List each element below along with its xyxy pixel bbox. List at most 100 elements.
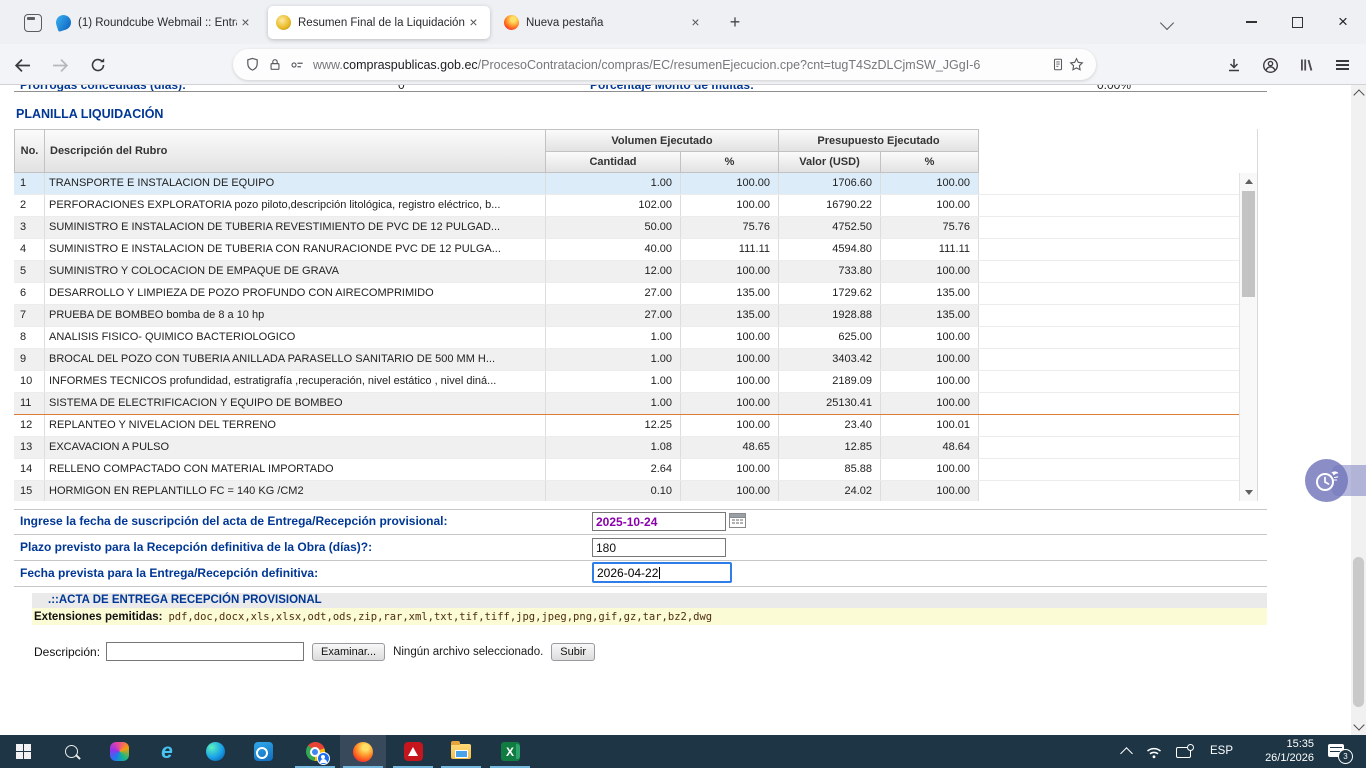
cell-desc: EXCAVACION A PULSO [44, 437, 546, 458]
list-tabs-chevron-icon[interactable] [1160, 16, 1174, 30]
descripcion-label: Descripción: [34, 645, 100, 659]
header-presupuesto-ejecutado: Presupuesto Ejecutado [778, 129, 979, 152]
cell-vpct: 111.11 [680, 239, 779, 260]
minimize-button[interactable] [1235, 7, 1267, 37]
cell-cant: 1.00 [545, 327, 681, 348]
table-row[interactable]: 11SISTEMA DE ELECTRIFICACION Y EQUIPO DE… [14, 393, 1240, 415]
table-row[interactable]: 2PERFORACIONES EXPLORATORIA pozo piloto,… [14, 195, 1240, 217]
cell-no: 13 [14, 437, 45, 458]
cell-ppct: 111.11 [880, 239, 979, 260]
cell-vpct: 75.76 [680, 217, 779, 238]
fecha-suscripcion-input[interactable] [592, 512, 726, 531]
cell-cant: 50.00 [545, 217, 681, 238]
new-tab-button[interactable]: + [722, 10, 748, 36]
calendar-picker-button[interactable] [729, 513, 746, 528]
extensions-list: pdf,doc,docx,xls,xlsx,odt,ods,zip,rar,xm… [168, 611, 712, 623]
tab-close-icon[interactable]: × [237, 14, 254, 31]
table-row[interactable]: 7PRUEBA DE BOMBEO bomba de 8 a 10 hp27.0… [14, 305, 1240, 327]
cell-ppct: 100.00 [880, 459, 979, 480]
permissions-icon[interactable] [289, 58, 305, 72]
tab-roundcube[interactable]: (1) Roundcube Webmail :: Entra × [48, 6, 262, 39]
url-bar[interactable]: www.compraspublicas.gob.ec/ProcesoContra… [233, 49, 1096, 80]
table-row[interactable]: 8ANALISIS FISICO- QUIMICO BACTERIOLOGICO… [14, 327, 1240, 349]
cell-no: 6 [14, 283, 45, 304]
cell-ppct: 100.00 [880, 393, 979, 414]
taskbar-file-explorer-button[interactable] [438, 735, 484, 768]
bookmark-star-icon[interactable] [1069, 57, 1084, 72]
submit-button[interactable]: Subir [551, 643, 595, 661]
tray-clock[interactable]: 15:35 26/1/2026 [1240, 738, 1314, 765]
account-icon [1262, 57, 1279, 74]
tab-close-icon[interactable]: × [465, 14, 482, 31]
fecha-definitiva-input[interactable]: 2026-04-22 [592, 562, 732, 583]
taskbar-excel-button[interactable]: X [487, 735, 533, 768]
scroll-down-button[interactable] [1240, 484, 1257, 501]
tab-nueva-pestana[interactable]: Nueva pestaña × [496, 6, 712, 39]
table-row[interactable]: 9BROCAL DEL POZO CON TUBERIA ANILLADA PA… [14, 349, 1240, 371]
table-row[interactable]: 1TRANSPORTE E INSTALACION DE EQUIPO1.001… [14, 173, 1240, 195]
cell-ppct: 100.00 [880, 195, 979, 216]
taskbar-edge-button[interactable] [192, 735, 238, 768]
meet-now-icon[interactable] [1176, 747, 1191, 758]
timer-overlay-badge[interactable] [1305, 459, 1348, 502]
table-row[interactable]: 15HORMIGON EN REPLANTILLO FC = 140 KG /C… [14, 481, 1240, 501]
table-row[interactable]: 12REPLANTEO Y NIVELACION DEL TERRENO12.2… [14, 415, 1240, 437]
forward-button[interactable] [46, 51, 74, 79]
no-file-text: Ningún archivo seleccionado. [393, 646, 543, 658]
scroll-down-icon[interactable] [1353, 719, 1364, 730]
browse-button[interactable]: Examinar... [312, 643, 385, 661]
table-row[interactable]: 5SUMINISTRO Y COLOCACION DE EMPAQUE DE G… [14, 261, 1240, 283]
reload-button[interactable] [84, 51, 112, 79]
table-row[interactable]: 4SUMINISTRO E INSTALACION DE TUBERIA CON… [14, 239, 1240, 261]
cell-cant: 12.00 [545, 261, 681, 282]
cell-desc: HORMIGON EN REPLANTILLO FC = 140 KG /CM2 [44, 481, 546, 501]
table-row[interactable]: 10INFORMES TECNICOS profundidad, estrati… [14, 371, 1240, 393]
reader-mode-icon[interactable] [1051, 57, 1065, 72]
table-row[interactable]: 6DESARROLLO Y LIMPIEZA DE POZO PROFUNDO … [14, 283, 1240, 305]
taskbar-acrobat-button[interactable] [390, 735, 436, 768]
tab-title: Nueva pestaña [526, 17, 687, 29]
back-button[interactable] [8, 51, 36, 79]
descripcion-input[interactable] [106, 642, 304, 661]
table-row[interactable]: 3SUMINISTRO E INSTALACION DE TUBERIA REV… [14, 217, 1240, 239]
table-scrollbar[interactable] [1239, 173, 1257, 501]
scroll-up-icon[interactable] [1353, 89, 1364, 100]
restore-button[interactable] [1281, 7, 1313, 37]
cell-vpct: 48.65 [680, 437, 779, 458]
start-button[interactable] [0, 735, 46, 768]
url-path: /ProcesoContratacion/compras/EC/resumenE… [478, 58, 981, 72]
page-scroll-thumb[interactable] [1353, 557, 1364, 707]
taskbar-outlook-button[interactable] [240, 735, 286, 768]
taskbar-chrome-button[interactable] [292, 735, 338, 768]
taskbar-search-button[interactable] [48, 735, 94, 768]
tab-resumen-liquidacion[interactable]: Resumen Final de la Liquidación × [268, 6, 490, 39]
page-scrollbar[interactable] [1351, 85, 1366, 735]
language-indicator[interactable]: ESP [1210, 745, 1233, 757]
cell-desc: DESARROLLO Y LIMPIEZA DE POZO PROFUNDO C… [44, 283, 546, 304]
header-descripcion: Descripción del Rubro [44, 129, 546, 173]
table-row[interactable]: 14RELLENO COMPACTADO CON MATERIAL IMPORT… [14, 459, 1240, 481]
scroll-thumb[interactable] [1242, 191, 1255, 297]
minimize-icon [1246, 21, 1257, 23]
cell-valor: 3403.42 [778, 349, 881, 370]
close-button[interactable]: × [1327, 7, 1359, 37]
taskbar-firefox-button[interactable] [340, 735, 386, 768]
wifi-icon[interactable] [1146, 746, 1162, 759]
table-row[interactable]: 13EXCAVACION A PULSO1.0848.6512.8548.64 [14, 437, 1240, 459]
scroll-up-button[interactable] [1240, 173, 1257, 190]
close-icon: × [1338, 12, 1348, 32]
tab-close-icon[interactable]: × [687, 14, 704, 31]
library-button[interactable] [1292, 51, 1320, 79]
tray-expand-chevron-icon[interactable] [1120, 747, 1133, 760]
planilla-body: 1TRANSPORTE E INSTALACION DE EQUIPO1.001… [14, 173, 1240, 501]
downloads-button[interactable] [1220, 51, 1248, 79]
library-icon [1298, 57, 1314, 73]
taskbar-internet-explorer-button[interactable]: e [144, 735, 190, 768]
cell-valor: 25130.41 [778, 393, 881, 414]
firefox-view-icon[interactable] [24, 14, 42, 32]
account-button[interactable] [1256, 51, 1284, 79]
fecha-prevista-label: Fecha prevista para la Entrega/Recepción… [20, 566, 318, 580]
menu-button[interactable] [1328, 51, 1356, 79]
taskbar-copilot-button[interactable] [96, 735, 142, 768]
plazo-dias-input[interactable] [592, 538, 726, 557]
